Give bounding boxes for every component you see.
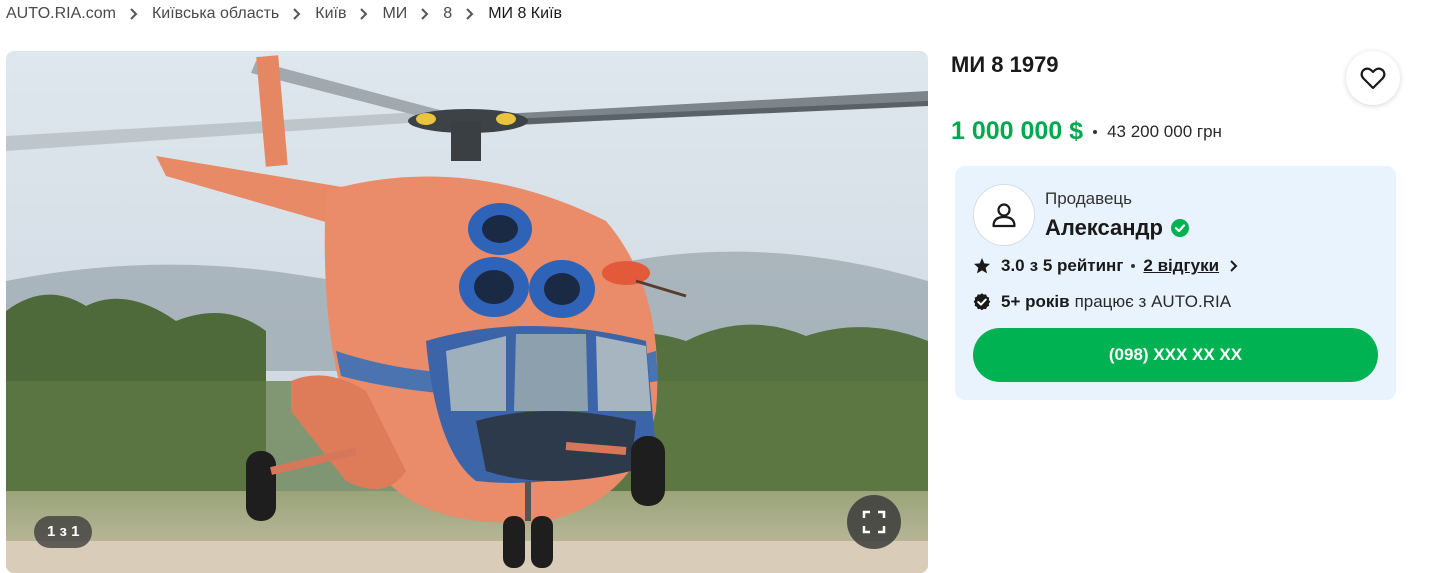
price-row: 1 000 000 $ 43 200 000 грн xyxy=(951,117,1222,146)
chevron-right-icon[interactable] xyxy=(1227,259,1241,273)
chevron-right-icon xyxy=(452,5,488,23)
chevron-right-icon xyxy=(407,5,443,23)
verified-check-icon xyxy=(1170,219,1189,237)
seller-name[interactable]: Александр xyxy=(1045,215,1163,241)
check-badge-icon xyxy=(973,293,991,311)
rating-value: 3.0 xyxy=(1001,256,1025,275)
chevron-right-icon xyxy=(346,5,382,23)
helicopter-photo xyxy=(6,51,928,573)
breadcrumb-brand[interactable]: МИ xyxy=(382,5,407,23)
chevron-right-icon xyxy=(279,5,315,23)
breadcrumb-model[interactable]: 8 xyxy=(443,5,452,23)
star-icon xyxy=(974,258,990,274)
breadcrumb-home[interactable]: AUTO.RIA.com xyxy=(6,5,116,23)
show-phone-button[interactable]: (098) XXX XX XX xyxy=(973,328,1378,382)
reviews-link[interactable]: 2 відгуки xyxy=(1143,256,1219,276)
years-rest: працює з AUTO.RIA xyxy=(1074,292,1232,311)
separator-dot xyxy=(1131,264,1136,268)
separator-dot xyxy=(1093,129,1098,134)
seller-label: Продавець xyxy=(1045,189,1133,208)
breadcrumb-city[interactable]: Київ xyxy=(315,5,346,23)
price-usd: 1 000 000 $ xyxy=(951,117,1084,145)
chevron-right-icon xyxy=(116,5,152,23)
favorite-button[interactable] xyxy=(1346,51,1400,105)
breadcrumb-current: МИ 8 Київ xyxy=(488,5,563,22)
seller-name-row: Александр xyxy=(1045,215,1189,241)
breadcrumb-region[interactable]: Київська область xyxy=(152,5,279,23)
seller-card: Продавець Александр 3.0 з 5 рейтинг 2 ві… xyxy=(955,166,1396,400)
user-icon xyxy=(992,203,1016,228)
listing-photo[interactable]: 1 з 1 xyxy=(6,51,928,573)
heart-icon xyxy=(1360,67,1386,90)
fullscreen-icon xyxy=(862,510,886,534)
listing-title: МИ 8 1979 xyxy=(951,52,1059,77)
rating-suffix: з 5 рейтинг xyxy=(1029,256,1124,275)
years-strong: 5+ років xyxy=(1001,292,1070,311)
breadcrumb: AUTO.RIA.com Київська область Київ МИ 8 … xyxy=(6,4,562,24)
price-uah: 43 200 000 грн xyxy=(1107,121,1222,141)
seller-rating-row: 3.0 з 5 рейтинг 2 відгуки xyxy=(973,256,1241,276)
avatar xyxy=(973,184,1035,246)
seller-years-row: 5+ років працює з AUTO.RIA xyxy=(973,292,1231,312)
photo-counter: 1 з 1 xyxy=(34,516,93,548)
fullscreen-button[interactable] xyxy=(847,495,901,549)
